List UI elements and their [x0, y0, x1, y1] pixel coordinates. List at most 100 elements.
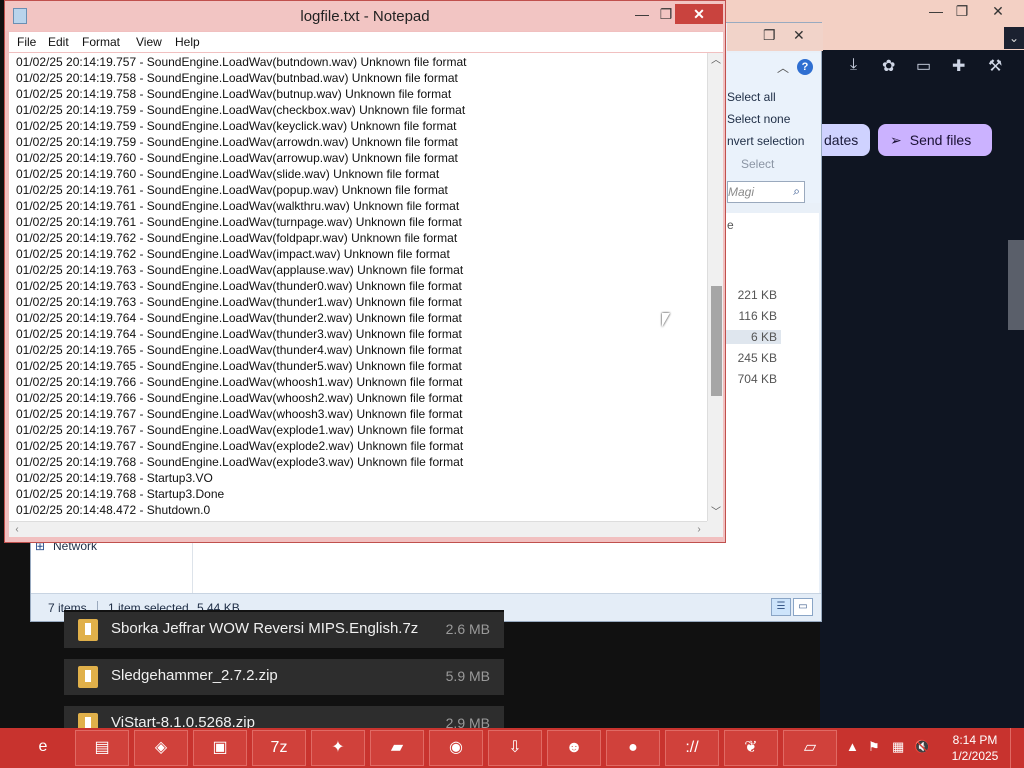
log-line: 01/02/25 20:14:19.767 - SoundEngine.Load…: [16, 407, 463, 421]
file-size: 221 KB: [737, 288, 777, 302]
archive-file-icon: [78, 619, 98, 641]
select-group-label: Select: [741, 157, 775, 171]
menu-edit[interactable]: Edit: [48, 35, 69, 49]
scroll-right-icon[interactable]: ›: [691, 522, 707, 538]
pink-app-icon[interactable]: ◈: [134, 730, 188, 766]
action-center-flag-icon[interactable]: ⚑: [868, 739, 880, 755]
search-icon[interactable]: ⌕: [793, 184, 800, 199]
usb-drive-icon[interactable]: ▰: [370, 730, 424, 766]
menu-help[interactable]: Help: [175, 35, 200, 49]
clock-time[interactable]: 8:14 PM: [948, 733, 1002, 747]
explorer-titlebar: ❐ ✕: [727, 23, 823, 51]
log-line: 01/02/25 20:14:19.762 - SoundEngine.Load…: [16, 231, 458, 245]
scroll-down-icon[interactable]: ﹀: [708, 505, 724, 521]
chart-app-icon[interactable]: ✦: [311, 730, 365, 766]
network-tray-icon[interactable]: ▦: [892, 739, 904, 755]
internet-explorer-icon[interactable]: e: [16, 730, 70, 766]
log-line: 01/02/25 20:14:19.759 - SoundEngine.Load…: [16, 103, 466, 117]
collapse-ribbon-icon[interactable]: ︿: [777, 59, 789, 76]
show-desktop-button[interactable]: [1010, 728, 1024, 768]
log-line: 01/02/25 20:14:19.764 - SoundEngine.Load…: [16, 327, 462, 341]
log-line: 01/02/25 20:14:19.758 - SoundEngine.Load…: [16, 71, 458, 85]
download-manager-icon[interactable]: ⇩: [488, 730, 542, 766]
log-line: 01/02/25 20:14:19.761 - SoundEngine.Load…: [16, 199, 460, 213]
select-none-button[interactable]: Select none: [727, 112, 790, 126]
7zip-icon[interactable]: 7z: [252, 730, 306, 766]
large-icons-view-icon[interactable]: ▭: [793, 598, 813, 616]
list-item[interactable]: Sledgehammer_2.7.2.zip 5.9 MB: [64, 659, 504, 695]
send-files-button[interactable]: ➢ Send files: [878, 124, 992, 156]
text-editor-area[interactable]: 01/02/25 20:14:19.757 - SoundEngine.Load…: [9, 53, 707, 521]
vertical-scrollbar[interactable]: ︿ ﹀: [707, 53, 723, 521]
menu-format[interactable]: Format: [82, 35, 120, 49]
download-filename: Sledgehammer_2.7.2.zip: [111, 667, 278, 684]
red-dragon-icon[interactable]: ❦: [724, 730, 778, 766]
browser-scrollbar[interactable]: [1008, 240, 1024, 330]
horizontal-scrollbar[interactable]: ‹ ›: [9, 521, 707, 537]
bg-maximize-button[interactable]: ❐: [948, 2, 976, 20]
menu-bar: File Edit Format View Help: [9, 32, 723, 52]
mascot-app-icon[interactable]: ☻: [547, 730, 601, 766]
select-all-button[interactable]: Select all: [727, 90, 776, 104]
browser-dropdown-icon[interactable]: ⌄: [1004, 27, 1024, 49]
explorer-maximize-button[interactable]: ❐: [763, 27, 776, 44]
log-line: 01/02/25 20:14:19.767 - SoundEngine.Load…: [16, 423, 464, 437]
scroll-left-icon[interactable]: ‹: [9, 522, 25, 538]
help-icon[interactable]: ?: [797, 59, 813, 75]
list-item[interactable]: Sborka Jeffrar WOW Reversi MIPS.English.…: [64, 612, 504, 648]
file-explorer-icon[interactable]: ▤: [75, 730, 129, 766]
log-line: 01/02/25 20:14:48.472 - Shutdown.0: [16, 503, 211, 517]
mouse-cursor-icon: [662, 313, 670, 327]
browser-tabbar: [820, 22, 1024, 50]
podcast-icon[interactable]: ◉: [429, 730, 483, 766]
bg-close-button[interactable]: ✕: [984, 2, 1012, 20]
background-window-titlebar: — ❐ ✕: [726, 0, 1024, 22]
download-icon[interactable]: ⤓: [850, 56, 857, 74]
menu-view[interactable]: View: [136, 35, 162, 49]
puzzle-icon[interactable]: ✚: [952, 56, 965, 76]
taskbar: e ▤ ◈ ▣ 7z ✦ ▰ ◉ ⇩ ☻ ●://❦ ▱ ▲ ⚑ ▦ 🔇 8:14 PM 1/2/20…: [0, 728, 1024, 768]
log-line: 01/02/25 20:14:19.761 - SoundEngine.Load…: [16, 183, 448, 197]
extension-icon[interactable]: ✿: [882, 56, 895, 76]
volume-muted-icon[interactable]: 🔇: [914, 739, 930, 755]
invert-selection-button[interactable]: nvert selection: [727, 134, 804, 148]
globe-icon[interactable]: ●: [606, 730, 660, 766]
wrench-icon[interactable]: ⚒: [988, 56, 1002, 76]
window-app-icon[interactable]: ▣: [193, 730, 247, 766]
log-line: 01/02/25 20:14:19.764 - SoundEngine.Load…: [16, 311, 462, 325]
scroll-thumb[interactable]: [711, 286, 722, 396]
log-line: 01/02/25 20:14:19.761 - SoundEngine.Load…: [16, 215, 462, 229]
details-view-icon[interactable]: ☰: [771, 598, 791, 616]
log-line: 01/02/25 20:14:19.757 - SoundEngine.Load…: [16, 55, 467, 69]
slash-app-icon[interactable]: ://: [665, 730, 719, 766]
log-line: 01/02/25 20:14:19.768 - Startup3.VO: [16, 471, 213, 485]
downloads-list: Sborka Jeffrar WOW Reversi MIPS.English.…: [64, 610, 504, 742]
download-size: 5.9 MB: [445, 668, 490, 684]
scrollbar-corner: [707, 521, 723, 537]
send-files-label: Send files: [909, 132, 972, 148]
browser-toolbar: ⤓ ✿ ▭ ✚ ⚒: [820, 50, 1024, 84]
log-line: 01/02/25 20:14:19.763 - SoundEngine.Load…: [16, 295, 462, 309]
log-line: 01/02/25 20:14:19.758 - SoundEngine.Load…: [16, 87, 452, 101]
download-filename: Sborka Jeffrar WOW Reversi MIPS.English.…: [111, 620, 419, 637]
search-placeholder: Magi: [728, 185, 755, 199]
log-line: 01/02/25 20:14:19.762 - SoundEngine.Load…: [16, 247, 450, 261]
close-button[interactable]: ✕: [675, 4, 723, 24]
notepad-window: logfile.txt - Notepad — ❐ ✕ File Edit Fo…: [4, 0, 726, 543]
bg-minimize-button[interactable]: —: [922, 2, 950, 20]
explorer-close-button[interactable]: ✕: [793, 27, 805, 44]
updates-button[interactable]: dates: [818, 124, 870, 156]
log-line: 01/02/25 20:14:19.765 - SoundEngine.Load…: [16, 343, 462, 357]
log-line: 01/02/25 20:14:19.763 - SoundEngine.Load…: [16, 279, 462, 293]
page-icon[interactable]: ▭: [916, 56, 931, 76]
log-line: 01/02/25 20:14:19.766 - SoundEngine.Load…: [16, 391, 463, 405]
clock-date[interactable]: 1/2/2025: [948, 749, 1002, 763]
log-line: 01/02/25 20:14:19.767 - SoundEngine.Load…: [16, 439, 464, 453]
log-line: 01/02/25 20:14:19.768 - SoundEngine.Load…: [16, 455, 464, 469]
notepad-icon[interactable]: ▱: [783, 730, 837, 766]
menu-file[interactable]: File: [17, 35, 36, 49]
scroll-up-icon[interactable]: ︿: [708, 53, 724, 69]
search-input[interactable]: Magi ⌕: [727, 181, 805, 203]
notepad-titlebar[interactable]: logfile.txt - Notepad — ❐ ✕: [5, 1, 725, 31]
tray-chevron-icon[interactable]: ▲: [846, 739, 859, 754]
